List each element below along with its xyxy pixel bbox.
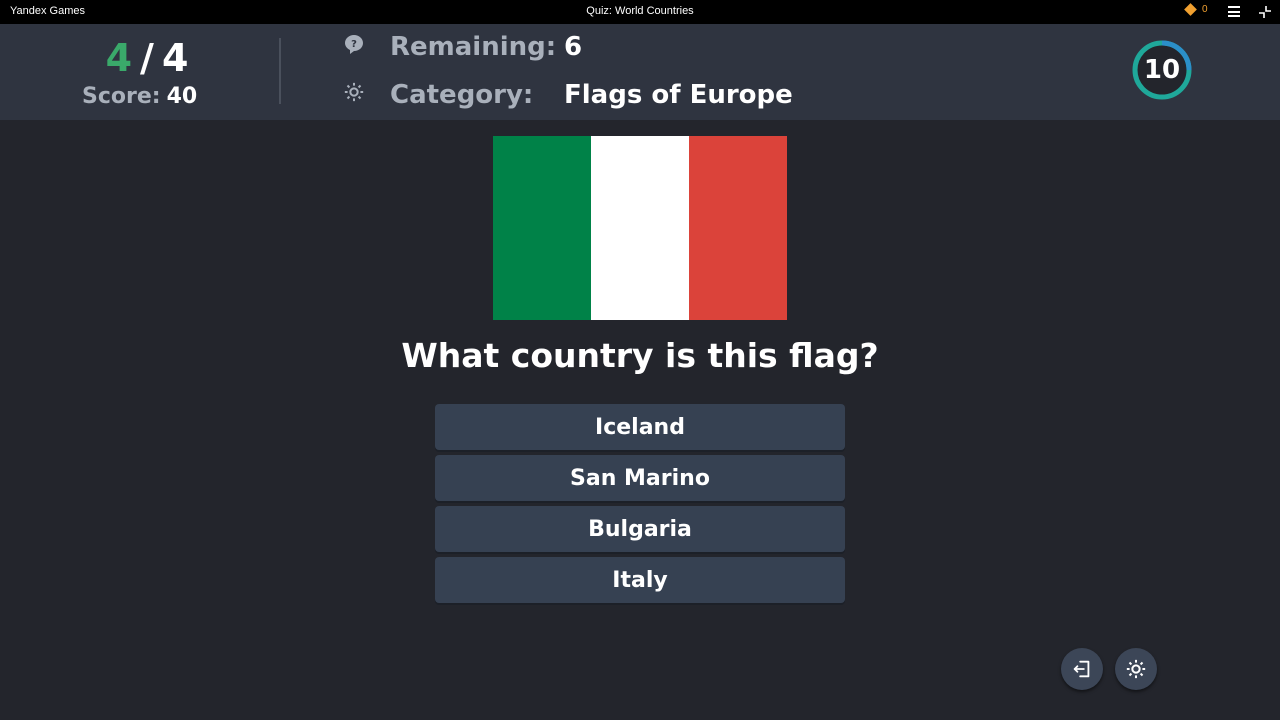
category-row: Category: Flags of Europe — [340, 78, 793, 110]
flag-stripe-right — [689, 136, 787, 320]
answer-button-3[interactable]: Bulgaria — [435, 506, 845, 552]
exit-button[interactable] — [1061, 648, 1103, 690]
coin-icon — [1184, 3, 1197, 16]
question-bubble-icon: ? — [340, 30, 368, 58]
remaining-row: ? Remaining: 6 — [340, 30, 582, 62]
game-title: Quiz: World Countries — [586, 5, 694, 17]
menu-icon[interactable] — [1228, 6, 1240, 17]
progress-separator: / — [140, 36, 154, 80]
score-value: 40 — [166, 84, 198, 109]
timer-value: 10 — [1143, 55, 1181, 85]
settings-button[interactable] — [1115, 648, 1157, 690]
coin-count: 0 — [1202, 4, 1208, 15]
answer-button-1[interactable]: Iceland — [435, 404, 845, 450]
answer-button-4[interactable]: Italy — [435, 557, 845, 603]
total-count: 4 — [161, 36, 189, 80]
flag-stripe-left — [493, 136, 591, 320]
coin-balance[interactable]: 0 — [1184, 3, 1208, 16]
gear-icon — [340, 78, 368, 106]
quiz-header: 4/4 Score: 40 ? Remaining: 6 Category: Fl… — [0, 24, 1280, 120]
score-label: Score: — [82, 84, 161, 109]
category-value: Flags of Europe — [564, 80, 793, 110]
score: Score: 40 — [82, 84, 197, 109]
svg-text:?: ? — [351, 39, 357, 50]
countdown-timer: 10 — [1132, 40, 1192, 100]
system-top-bar: Yandex Games Quiz: World Countries 0 — [0, 0, 1280, 24]
category-label: Category: — [390, 80, 534, 110]
gear-icon — [1126, 659, 1146, 679]
flag-stripe-middle — [591, 136, 689, 320]
answer-button-2[interactable]: San Marino — [435, 455, 845, 501]
remaining-label: Remaining: — [390, 32, 557, 62]
answered-count: 4 — [105, 36, 133, 80]
answer-list: Iceland San Marino Bulgaria Italy — [435, 404, 845, 608]
remaining-value: 6 — [564, 32, 583, 62]
header-divider — [279, 38, 281, 104]
question-text: What country is this flag? — [401, 336, 879, 375]
question-progress: 4/4 — [92, 36, 202, 80]
collapse-icon[interactable] — [1258, 5, 1272, 19]
exit-icon — [1073, 660, 1090, 678]
flag-image — [493, 136, 787, 320]
